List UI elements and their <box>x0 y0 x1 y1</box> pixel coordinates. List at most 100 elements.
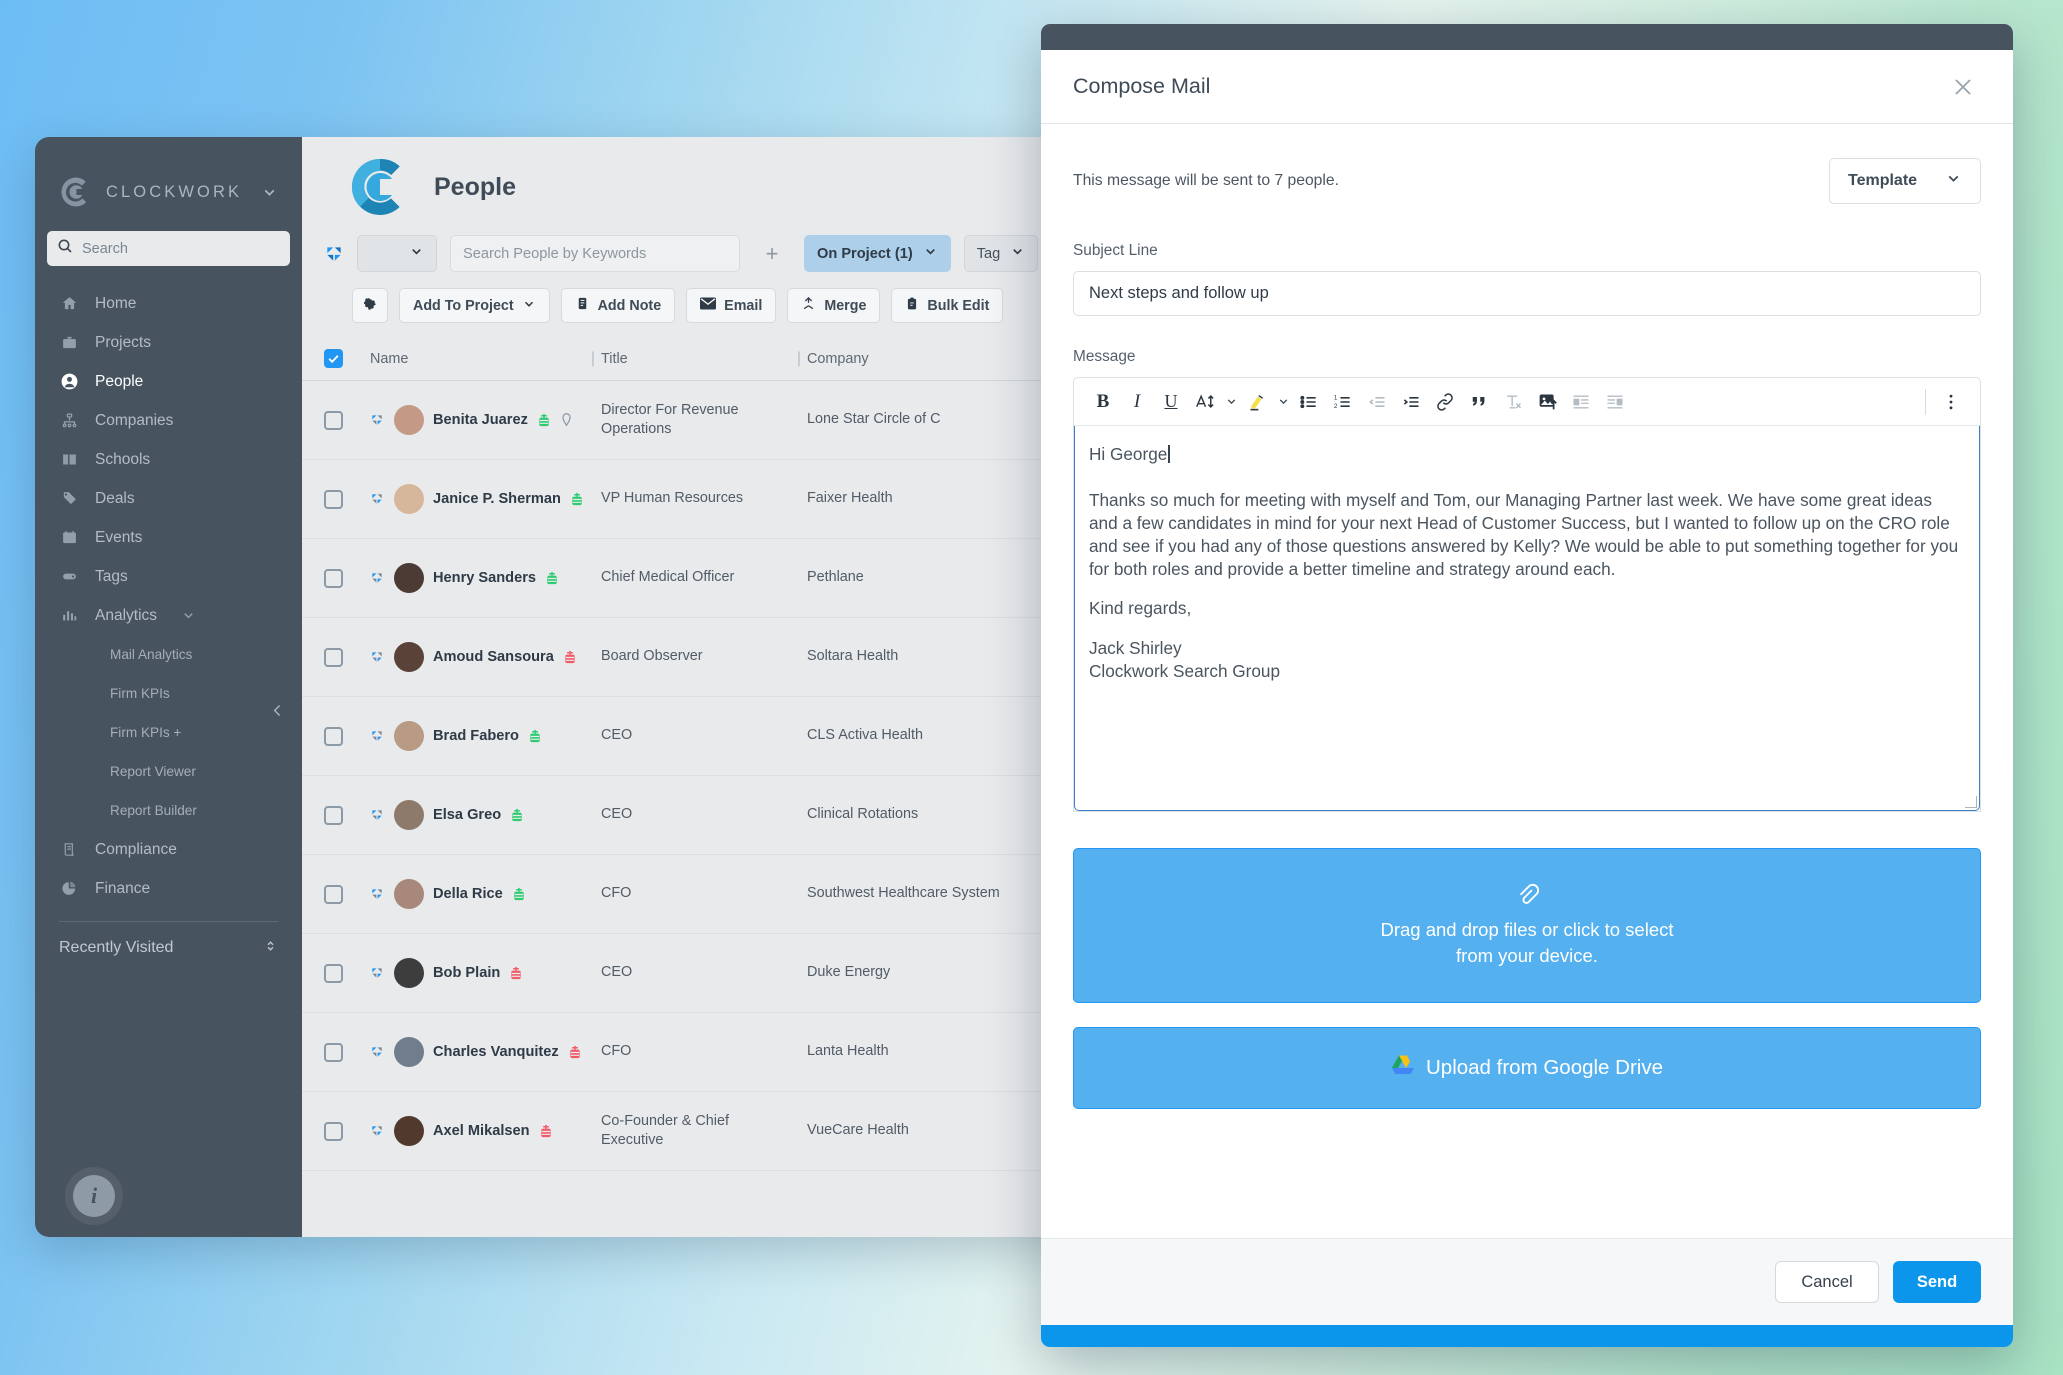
chevron-down-icon[interactable] <box>181 608 196 623</box>
chevron-down-icon[interactable] <box>1222 385 1240 419</box>
cancel-button[interactable]: Cancel <box>1775 1261 1879 1303</box>
file-dropzone[interactable]: Drag and drop files or click to select f… <box>1073 848 1981 1003</box>
info-button[interactable]: i <box>73 1175 115 1217</box>
person-name[interactable]: Benita Juarez <box>433 412 528 428</box>
send-button[interactable]: Send <box>1893 1261 1981 1303</box>
row-checkbox[interactable] <box>324 726 343 746</box>
person-name[interactable]: Axel Mikalsen <box>433 1123 530 1139</box>
collapse-sidebar-button[interactable] <box>264 697 290 723</box>
sidebar-subitem-mail-analytics[interactable]: Mail Analytics <box>35 635 302 674</box>
row-checkbox[interactable] <box>324 963 343 983</box>
blockquote-icon[interactable] <box>1462 385 1496 419</box>
row-checkbox[interactable] <box>324 884 343 904</box>
mail-status-badge-red <box>539 1123 553 1140</box>
sidebar-item-analytics[interactable]: Analytics <box>35 596 302 635</box>
bulk-edit-button[interactable]: Bulk Edit <box>891 288 1004 323</box>
font-size-icon[interactable] <box>1188 385 1222 419</box>
sidebar-item-label: Home <box>95 294 137 312</box>
person-name[interactable]: Elsa Greo <box>433 807 501 823</box>
person-name[interactable]: Della Rice <box>433 886 503 902</box>
paperclip-icon <box>1514 882 1540 908</box>
sidebar-item-projects[interactable]: Projects <box>35 323 302 362</box>
row-checkbox[interactable] <box>324 568 343 588</box>
sidebar-subitem-firm-kpis-plus[interactable]: Firm KPIs + <box>35 713 302 752</box>
highlight-icon[interactable] <box>1240 385 1274 419</box>
row-checkbox[interactable] <box>324 489 343 509</box>
add-filter-button[interactable]: + <box>753 235 791 272</box>
person-name[interactable]: Henry Sanders <box>433 570 536 586</box>
align-image-left-icon[interactable] <box>1564 385 1598 419</box>
bulleted-list-icon[interactable] <box>1292 385 1326 419</box>
sidebar-item-people[interactable]: People <box>35 362 302 401</box>
sidebar-item-finance[interactable]: Finance <box>35 869 302 908</box>
sort-updown-icon[interactable] <box>263 938 278 959</box>
template-dropdown[interactable]: Template <box>1829 158 1981 204</box>
chevron-down-icon[interactable] <box>261 184 278 201</box>
person-name[interactable]: Bob Plain <box>433 965 500 981</box>
modal-header: Compose Mail <box>1041 50 2013 124</box>
row-checkbox[interactable] <box>324 1042 343 1062</box>
row-checkbox[interactable] <box>324 805 343 825</box>
merge-button[interactable]: Merge <box>787 288 881 323</box>
indent-icon[interactable] <box>1394 385 1428 419</box>
text-cursor <box>1168 445 1170 463</box>
email-button[interactable]: Email <box>686 288 777 323</box>
mail-status-badge-red <box>563 649 577 666</box>
settings-button[interactable] <box>352 288 388 323</box>
numbered-list-icon[interactable]: 12 <box>1326 385 1360 419</box>
person-title: Director For Revenue Operations <box>601 401 739 437</box>
recently-visited[interactable]: Recently Visited <box>35 922 302 974</box>
link-icon[interactable] <box>1428 385 1462 419</box>
align-image-right-icon[interactable] <box>1598 385 1632 419</box>
person-title: VP Human Resources <box>601 490 744 507</box>
outdent-icon[interactable] <box>1360 385 1394 419</box>
saved-view-icon[interactable] <box>324 244 344 264</box>
add-to-project-button[interactable]: Add To Project <box>399 288 550 323</box>
sidebar-item-tags[interactable]: Tags <box>35 557 302 596</box>
row-checkbox[interactable] <box>324 1121 343 1141</box>
search-input[interactable] <box>82 240 280 257</box>
sidebar-item-schools[interactable]: Schools <box>35 440 302 479</box>
signature-org: Clockwork Search Group <box>1089 661 1281 682</box>
close-icon[interactable] <box>1951 75 1975 99</box>
chevron-down-icon[interactable] <box>1274 385 1292 419</box>
person-name[interactable]: Amoud Sansoura <box>433 649 554 665</box>
message-textarea[interactable]: Hi George Thanks so much for meeting wit… <box>1074 426 1980 811</box>
sidebar-item-label: Tags <box>95 567 128 585</box>
sidebar-subitem-firm-kpis[interactable]: Firm KPIs <box>35 674 302 713</box>
view-select[interactable] <box>357 235 437 272</box>
person-name[interactable]: Brad Fabero <box>433 728 519 744</box>
more-options-icon[interactable] <box>1934 385 1968 419</box>
row-checkbox[interactable] <box>324 410 343 430</box>
sidebar-item-home[interactable]: Home <box>35 284 302 323</box>
person-name[interactable]: Janice P. Sherman <box>433 491 561 507</box>
underline-icon[interactable]: U <box>1154 385 1188 419</box>
select-all-checkbox[interactable] <box>324 349 343 368</box>
search-people-input[interactable] <box>463 245 727 262</box>
person-name[interactable]: Charles Vanquitez <box>433 1044 559 1060</box>
column-header-name[interactable]: Name <box>370 351 585 367</box>
filter-chip-tag[interactable]: Tag <box>963 235 1039 272</box>
add-note-button[interactable]: Add Note <box>560 288 676 323</box>
brand[interactable]: CLOCKWORK <box>35 137 302 231</box>
column-header-title[interactable]: Title <box>601 351 791 367</box>
sidebar-item-deals[interactable]: Deals <box>35 479 302 518</box>
insert-image-icon[interactable] <box>1530 385 1564 419</box>
sidebar-subitem-report-viewer[interactable]: Report Viewer <box>35 752 302 791</box>
sidebar-item-compliance[interactable]: Compliance <box>35 830 302 869</box>
row-checkbox[interactable] <box>324 647 343 667</box>
sidebar-item-companies[interactable]: Companies <box>35 401 302 440</box>
sidebar-subitem-report-builder[interactable]: Report Builder <box>35 791 302 830</box>
sidebar-search[interactable] <box>47 231 290 266</box>
subject-input[interactable] <box>1073 271 1981 316</box>
italic-icon[interactable]: I <box>1120 385 1154 419</box>
clear-format-icon[interactable] <box>1496 385 1530 419</box>
filter-chip-on-project[interactable]: On Project (1) <box>804 235 951 272</box>
bold-icon[interactable]: B <box>1086 385 1120 419</box>
sidebar-item-events[interactable]: Events <box>35 518 302 557</box>
resize-handle[interactable] <box>1965 796 1977 808</box>
people-search[interactable] <box>450 235 740 272</box>
column-header-company[interactable]: Company <box>807 351 1017 367</box>
upload-google-drive-button[interactable]: Upload from Google Drive <box>1073 1027 1981 1109</box>
saved-view-icon <box>370 571 385 585</box>
